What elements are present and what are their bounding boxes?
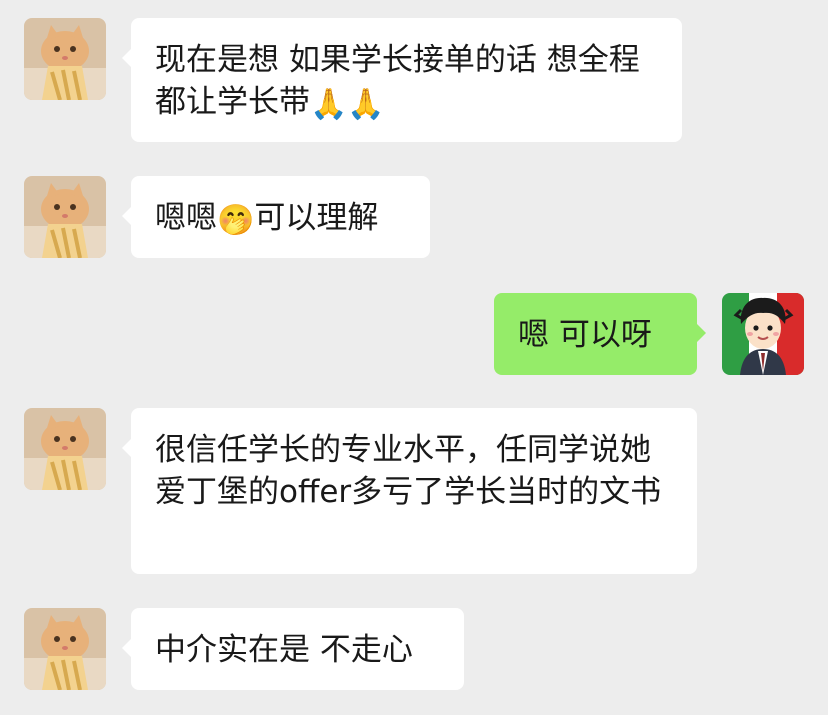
message-bubble[interactable]: 中介实在是 不走心 bbox=[122, 608, 464, 690]
message-row: 中介实在是 不走心 bbox=[0, 0, 828, 715]
message-text: 中介实在是 不走心 bbox=[155, 632, 413, 668]
cat-avatar-icon[interactable] bbox=[24, 608, 106, 690]
